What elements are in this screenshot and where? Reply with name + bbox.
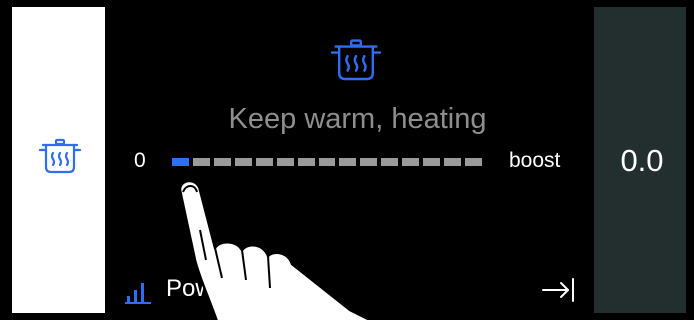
scale-min-label: 0 [134, 149, 146, 172]
power-segment[interactable] [276, 158, 294, 166]
exit-arrow-icon[interactable] [540, 277, 578, 303]
right-bezel [686, 0, 694, 320]
cooktop-display: Keep warm, heating 0 boost 0.0 Pow [0, 0, 694, 320]
power-segment[interactable] [234, 158, 252, 166]
power-value-readout: 0.0 [620, 143, 664, 178]
power-segment-active[interactable] [172, 158, 189, 166]
power-segment[interactable] [423, 158, 441, 166]
scale-max-label: boost [509, 149, 561, 172]
power-segment[interactable] [318, 158, 336, 166]
bars-icon[interactable] [125, 280, 153, 304]
power-segment[interactable] [360, 158, 378, 166]
power-segment[interactable] [255, 158, 273, 166]
power-segment[interactable] [192, 158, 210, 166]
power-level-slider[interactable] [172, 158, 482, 166]
top-bezel [0, 0, 694, 7]
power-segment[interactable] [402, 158, 420, 166]
power-segment[interactable] [339, 158, 357, 166]
power-segment[interactable] [297, 158, 315, 166]
pointing-hand-icon [178, 179, 373, 320]
left-bezel [0, 0, 12, 320]
power-segment[interactable] [381, 158, 399, 166]
power-segment[interactable] [213, 158, 231, 166]
pot-steam-icon[interactable] [38, 137, 82, 177]
pot-steam-icon [330, 39, 382, 81]
power-segment[interactable] [444, 158, 462, 166]
power-segment[interactable] [465, 158, 482, 166]
program-title: Keep warm, heating [228, 103, 487, 135]
